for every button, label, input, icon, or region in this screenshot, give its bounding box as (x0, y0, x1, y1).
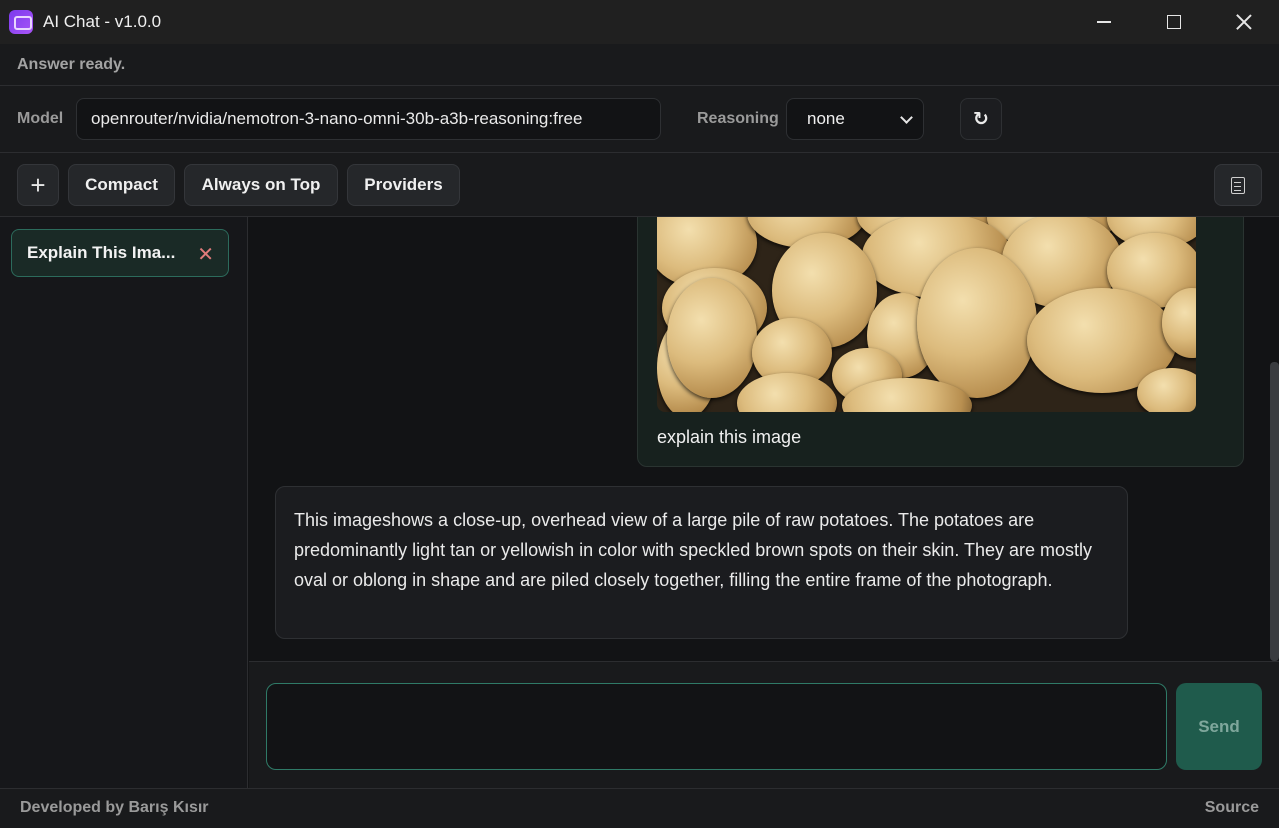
footer: Developed by Barış Kısır Source (0, 788, 1279, 828)
user-message-text: explain this image (657, 427, 802, 447)
compact-button[interactable]: Compact (68, 164, 175, 206)
reasoning-select[interactable]: none (786, 98, 924, 140)
assistant-message-text: This imageshows a close-up, overhead vie… (294, 510, 1093, 590)
model-label: Model (17, 110, 64, 127)
chat-item-title: Explain This Ima... (27, 243, 176, 262)
export-button[interactable] (1214, 164, 1262, 206)
close-button[interactable] (1209, 0, 1279, 44)
reasoning-label: Reasoning (697, 110, 779, 127)
sidebar-chat-item[interactable]: Explain This Ima... ✕ (11, 229, 229, 277)
sidebar: Explain This Ima... ✕ (0, 217, 248, 788)
providers-button[interactable]: Providers (347, 164, 460, 206)
status-text: Answer ready. (17, 55, 126, 73)
new-chat-button[interactable]: + (17, 164, 59, 206)
chat-area: explain this image This imageshows a clo… (249, 217, 1279, 661)
message-input[interactable] (266, 683, 1167, 770)
potatoes-photo (657, 217, 1196, 412)
document-icon (1231, 176, 1245, 194)
chat-scrollbar[interactable] (1270, 362, 1279, 661)
status-bar: Answer ready. (0, 44, 1279, 86)
always-on-top-button[interactable]: Always on Top (184, 164, 338, 206)
minimize-button[interactable] (1069, 0, 1139, 44)
user-message: explain this image (637, 217, 1244, 467)
close-chat-icon[interactable]: ✕ (197, 242, 214, 267)
model-bar: Model openrouter/nvidia/nemotron-3-nano-… (0, 86, 1279, 153)
close-icon (1236, 14, 1252, 30)
chat-app-icon (9, 10, 33, 34)
assistant-message: This imageshows a close-up, overhead vie… (275, 486, 1128, 639)
window-controls (1069, 0, 1279, 44)
plus-icon: + (30, 169, 46, 200)
refresh-models-button[interactable]: ↻ (960, 98, 1002, 140)
minimize-icon (1097, 21, 1111, 23)
toolbar: + Compact Always on Top Providers (0, 153, 1279, 217)
maximize-button[interactable] (1139, 0, 1209, 44)
window-title: AI Chat - v1.0.0 (43, 12, 162, 31)
composer: Send (249, 661, 1279, 788)
maximize-icon (1167, 15, 1181, 29)
refresh-icon: ↻ (973, 108, 989, 130)
title-bar: AI Chat - v1.0.0 (0, 0, 1279, 44)
model-input[interactable]: openrouter/nvidia/nemotron-3-nano-omni-3… (76, 98, 661, 140)
send-button[interactable]: Send (1176, 683, 1262, 770)
developer-credit: Developed by Barış Kısır (20, 799, 209, 816)
source-link[interactable]: Source (1205, 799, 1259, 817)
chevron-down-icon (900, 111, 913, 124)
reasoning-value: none (807, 109, 845, 128)
